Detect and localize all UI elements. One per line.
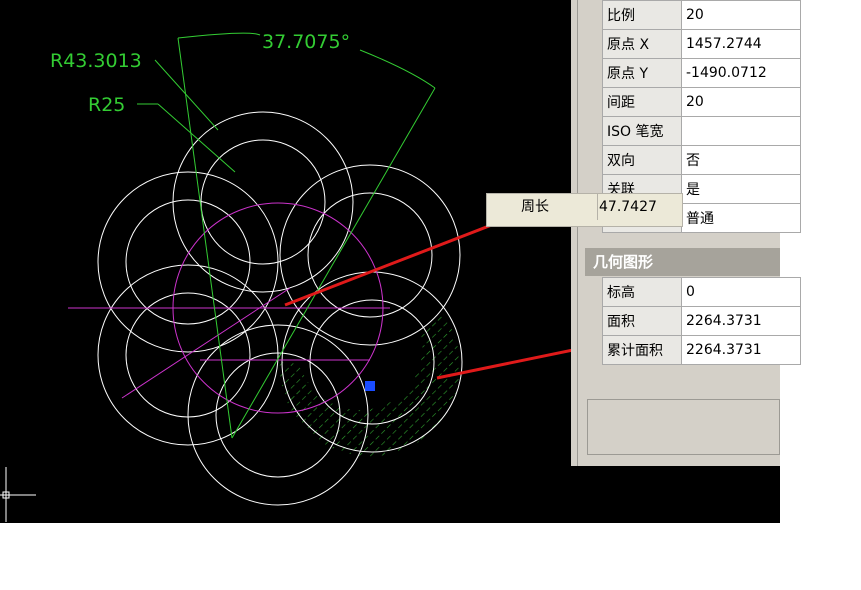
property-value[interactable]: 是 <box>681 174 801 204</box>
property-label: 双向 <box>602 145 682 175</box>
property-row[interactable]: 面积 2264.3731 <box>602 306 801 336</box>
property-label: 间距 <box>602 87 682 117</box>
property-row[interactable]: 标高 0 <box>602 277 801 307</box>
property-row[interactable]: 原点 Y -1490.0712 <box>602 58 801 88</box>
property-value[interactable]: -1490.0712 <box>681 58 801 88</box>
property-value[interactable]: 2264.3731 <box>681 335 801 365</box>
dim-radius-large-label: R43.3013 <box>50 50 142 72</box>
property-label: ISO 笔宽 <box>602 116 682 146</box>
property-label: 累计面积 <box>602 335 682 365</box>
property-value[interactable]: 0 <box>681 277 801 307</box>
geometry-section-header[interactable]: 几何图形 <box>585 248 780 276</box>
property-label: 原点 Y <box>602 58 682 88</box>
property-row[interactable]: ISO 笔宽 <box>602 116 801 146</box>
property-value[interactable]: 1457.2744 <box>681 29 801 59</box>
construction-lines[interactable] <box>68 202 390 414</box>
property-value[interactable]: 普通 <box>681 203 801 233</box>
dim-radius-small-label: R25 <box>88 94 125 116</box>
property-value[interactable]: 否 <box>681 145 801 175</box>
description-panel <box>587 399 780 455</box>
property-row[interactable]: 原点 X 1457.2744 <box>602 29 801 59</box>
grip-handle[interactable] <box>365 381 375 391</box>
tooltip-label: 周长 <box>521 199 549 215</box>
property-value[interactable]: 2264.3731 <box>681 306 801 336</box>
tooltip-value: 47.7427 <box>599 199 657 215</box>
tooltip-divider <box>597 194 598 220</box>
property-label: 比例 <box>602 0 682 30</box>
property-label: 原点 X <box>602 29 682 59</box>
property-row[interactable]: 间距 20 <box>602 87 801 117</box>
palette-edge[interactable] <box>571 0 578 466</box>
ucs-icon <box>0 467 36 522</box>
perimeter-tooltip: 周长 47.7427 <box>486 193 683 227</box>
property-row[interactable]: 双向否 <box>602 145 801 175</box>
property-value[interactable]: 20 <box>681 87 801 117</box>
property-value[interactable] <box>681 116 801 146</box>
property-label: 标高 <box>602 277 682 307</box>
property-row[interactable]: 累计面积 2264.3731 <box>602 335 801 365</box>
property-row[interactable]: 比例 20 <box>602 0 801 30</box>
property-label: 面积 <box>602 306 682 336</box>
geometry-properties-table: 标高 0 面积 2264.3731 累计面积 2264.3731 <box>602 277 801 365</box>
property-value[interactable]: 20 <box>681 0 801 30</box>
dim-angle-label: 37.7075° <box>262 31 350 53</box>
